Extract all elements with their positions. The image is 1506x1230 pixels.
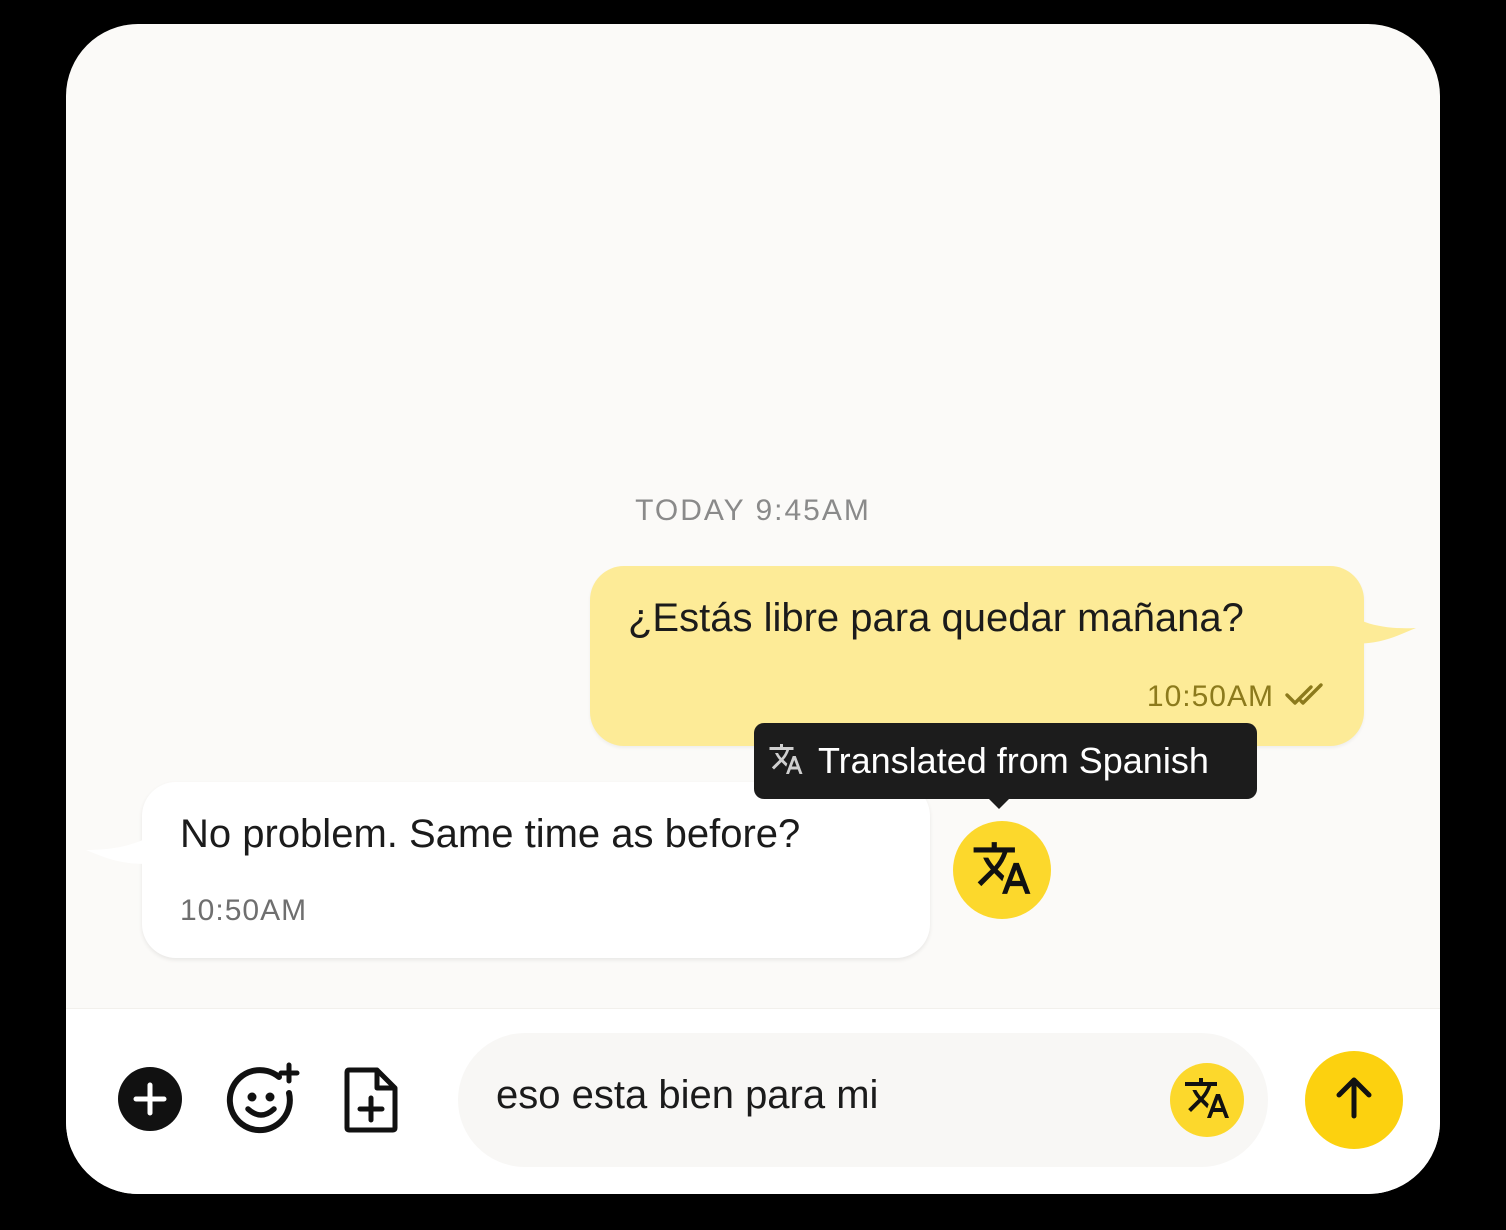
arrow-up-icon bbox=[1332, 1076, 1376, 1125]
translate-icon bbox=[768, 741, 804, 782]
message-time: 10:50AM bbox=[1146, 680, 1274, 713]
message-input-value[interactable]: eso esta bien para mi bbox=[496, 1073, 878, 1118]
message-text: ¿Estás libre para quedar mañana? bbox=[628, 596, 1244, 640]
message-time: 10:50AM bbox=[180, 894, 308, 927]
translation-tooltip: Translated from Spanish bbox=[754, 723, 1257, 809]
tooltip-label: Translated from Spanish bbox=[818, 740, 1209, 781]
double-check-icon bbox=[1284, 682, 1324, 713]
bubble-tail bbox=[1336, 606, 1416, 644]
incoming-message-bubble[interactable]: No problem. Same time as before? 10:50AM bbox=[86, 782, 930, 958]
bubble-tail bbox=[86, 826, 166, 864]
add-button[interactable] bbox=[116, 1066, 184, 1137]
emoji-button[interactable] bbox=[224, 1061, 302, 1142]
chat-window: TODAY 9:45AM ¿Estás libre para quedar ma… bbox=[66, 24, 1440, 1194]
translate-icon bbox=[971, 837, 1033, 904]
add-emoji-icon bbox=[225, 1061, 301, 1142]
tooltip-arrow bbox=[988, 798, 1010, 809]
file-add-icon bbox=[343, 1066, 399, 1139]
message-composer: eso esta bien para mi bbox=[66, 1008, 1440, 1194]
plus-circle-icon bbox=[117, 1066, 183, 1137]
send-button[interactable] bbox=[1305, 1051, 1403, 1149]
date-divider: TODAY 9:45AM bbox=[635, 494, 871, 527]
translate-input-button[interactable] bbox=[1170, 1063, 1244, 1137]
translate-icon bbox=[1183, 1074, 1231, 1127]
translate-message-button[interactable] bbox=[953, 821, 1051, 919]
message-input[interactable]: eso esta bien para mi bbox=[458, 1033, 1268, 1167]
attach-file-button[interactable] bbox=[342, 1067, 400, 1137]
message-text: No problem. Same time as before? bbox=[180, 812, 801, 856]
outgoing-message-bubble[interactable]: ¿Estás libre para quedar mañana? 10:50AM bbox=[590, 566, 1416, 746]
message-meta: 10:50AM bbox=[1147, 680, 1324, 714]
